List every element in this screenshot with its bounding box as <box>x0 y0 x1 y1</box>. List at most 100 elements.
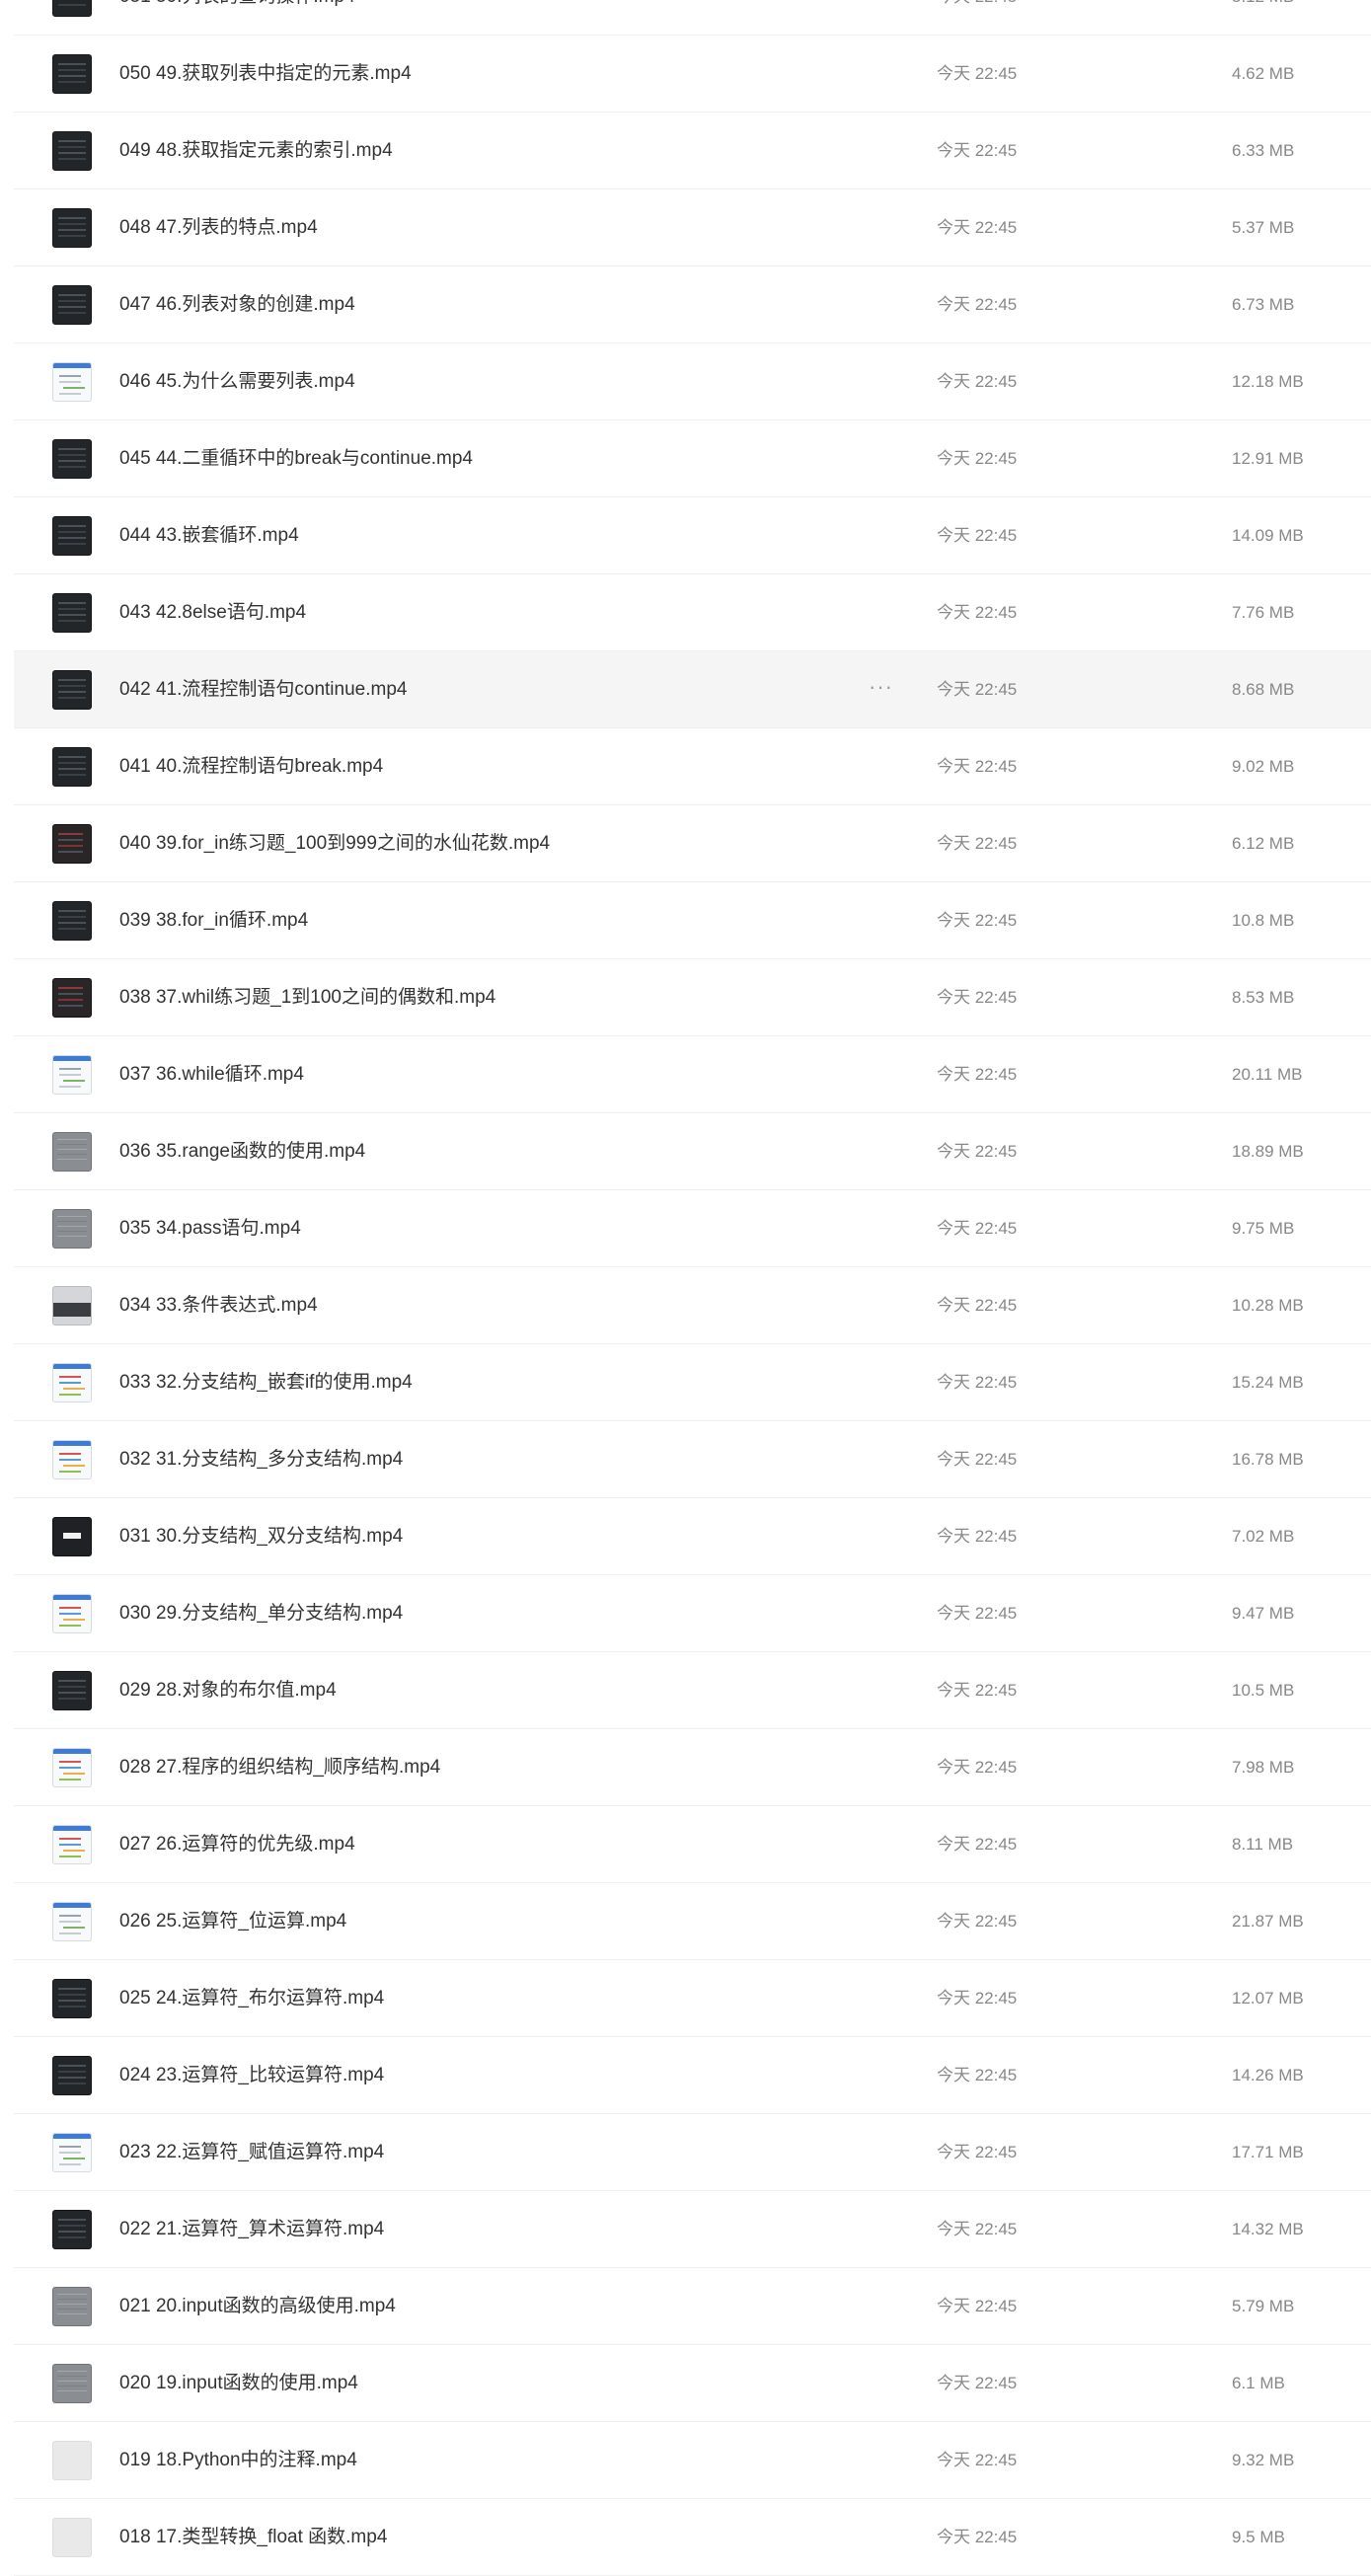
video-thumbnail-icon[interactable] <box>52 1671 92 1710</box>
file-name[interactable]: 019 18.Python中的注释.mp4 <box>119 2422 357 2499</box>
file-row[interactable]: 019 18.Python中的注释.mp4 今天 22:45 9.32 MB <box>14 2422 1371 2499</box>
file-row[interactable]: 036 35.range函数的使用.mp4 今天 22:45 18.89 MB <box>14 1113 1371 1190</box>
video-thumbnail-icon[interactable] <box>52 1748 92 1787</box>
file-name[interactable]: 037 36.while循环.mp4 <box>119 1036 304 1113</box>
video-thumbnail-icon[interactable] <box>52 1132 92 1172</box>
video-thumbnail-icon[interactable] <box>52 978 92 1018</box>
file-row[interactable]: 040 39.for_in练习题_100到999之间的水仙花数.mp4 今天 22… <box>14 805 1371 882</box>
more-options-icon[interactable]: ··· <box>869 651 893 728</box>
video-thumbnail-icon[interactable] <box>52 516 92 556</box>
video-thumbnail-icon[interactable] <box>52 1517 92 1556</box>
video-thumbnail-icon[interactable] <box>52 1902 92 1941</box>
file-name[interactable]: 029 28.对象的布尔值.mp4 <box>119 1652 337 1729</box>
file-row[interactable]: 047 46.列表对象的创建.mp4 今天 22:45 6.73 MB <box>14 266 1371 343</box>
file-row[interactable]: 045 44.二重循环中的break与continue.mp4 今天 22:45 1… <box>14 420 1371 497</box>
file-row[interactable]: 034 33.条件表达式.mp4 今天 22:45 10.28 MB <box>14 1267 1371 1344</box>
video-thumbnail-icon[interactable] <box>52 2056 92 2095</box>
file-row[interactable]: 031 30.分支结构_双分支结构.mp4 今天 22:45 7.02 MB <box>14 1498 1371 1575</box>
file-name[interactable]: 021 20.input函数的高级使用.mp4 <box>119 2268 396 2345</box>
file-name[interactable]: 042 41.流程控制语句continue.mp4 <box>119 651 407 728</box>
video-thumbnail-icon[interactable] <box>52 1209 92 1249</box>
file-row[interactable]: 022 21.运算符_算术运算符.mp4 今天 22:45 14.32 MB <box>14 2191 1371 2268</box>
file-row[interactable]: 021 20.input函数的高级使用.mp4 今天 22:45 5.79 MB <box>14 2268 1371 2345</box>
file-name[interactable]: 040 39.for_in练习题_100到999之间的水仙花数.mp4 <box>119 805 550 882</box>
file-name[interactable]: 026 25.运算符_位运算.mp4 <box>119 1883 346 1960</box>
video-thumbnail-icon[interactable] <box>52 2287 92 2326</box>
video-thumbnail-icon[interactable] <box>52 593 92 633</box>
video-thumbnail-icon[interactable] <box>52 824 92 864</box>
video-thumbnail-icon[interactable] <box>52 285 92 325</box>
file-row[interactable]: 039 38.for_in循环.mp4 今天 22:45 10.8 MB <box>14 882 1371 959</box>
file-row[interactable]: 046 45.为什么需要列表.mp4 今天 22:45 12.18 MB <box>14 343 1371 420</box>
file-row[interactable]: 042 41.流程控制语句continue.mp4 ··· 今天 22:45 8.68… <box>14 651 1371 728</box>
file-row[interactable]: 026 25.运算符_位运算.mp4 今天 22:45 21.87 MB <box>14 1883 1371 1960</box>
file-row[interactable]: 023 22.运算符_赋值运算符.mp4 今天 22:45 17.71 MB <box>14 2114 1371 2191</box>
file-name[interactable]: 044 43.嵌套循环.mp4 <box>119 497 299 574</box>
file-name[interactable]: 038 37.whil练习题_1到100之间的偶数和.mp4 <box>119 959 495 1036</box>
video-thumbnail-icon[interactable] <box>52 747 92 787</box>
file-row[interactable]: 033 32.分支结构_嵌套if的使用.mp4 今天 22:45 15.24 MB <box>14 1344 1371 1421</box>
file-row[interactable]: 020 19.input函数的使用.mp4 今天 22:45 6.1 MB <box>14 2345 1371 2422</box>
video-thumbnail-icon[interactable] <box>52 901 92 941</box>
file-row[interactable]: 044 43.嵌套循环.mp4 今天 22:45 14.09 MB <box>14 497 1371 574</box>
file-name[interactable]: 048 47.列表的特点.mp4 <box>119 189 318 266</box>
file-name[interactable]: 022 21.运算符_算术运算符.mp4 <box>119 2191 384 2268</box>
file-name[interactable]: 036 35.range函数的使用.mp4 <box>119 1113 365 1190</box>
file-row[interactable]: 030 29.分支结构_单分支结构.mp4 今天 22:45 9.47 MB <box>14 1575 1371 1652</box>
video-thumbnail-icon[interactable] <box>52 1286 92 1326</box>
video-thumbnail-icon[interactable] <box>52 2210 92 2249</box>
file-row[interactable]: 041 40.流程控制语句break.mp4 今天 22:45 9.02 MB <box>14 728 1371 805</box>
file-name[interactable]: 049 48.获取指定元素的索引.mp4 <box>119 113 393 189</box>
video-thumbnail-icon[interactable] <box>52 2133 92 2172</box>
file-name[interactable]: 025 24.运算符_布尔运算符.mp4 <box>119 1960 384 2037</box>
video-thumbnail-icon[interactable] <box>52 1979 92 2018</box>
file-name[interactable]: 034 33.条件表达式.mp4 <box>119 1267 318 1344</box>
video-thumbnail-icon[interactable] <box>52 2518 92 2557</box>
file-row[interactable]: 037 36.while循环.mp4 今天 22:45 20.11 MB <box>14 1036 1371 1113</box>
video-thumbnail-icon[interactable] <box>52 54 92 94</box>
file-row[interactable]: 043 42.8else语句.mp4 今天 22:45 7.76 MB <box>14 574 1371 651</box>
video-thumbnail-icon[interactable] <box>52 131 92 171</box>
file-row[interactable]: 028 27.程序的组织结构_顺序结构.mp4 今天 22:45 7.98 MB <box>14 1729 1371 1806</box>
video-thumbnail-icon[interactable] <box>52 439 92 479</box>
file-name[interactable]: 028 27.程序的组织结构_顺序结构.mp4 <box>119 1729 440 1806</box>
video-thumbnail-icon[interactable] <box>52 2441 92 2480</box>
file-row[interactable]: 027 26.运算符的优先级.mp4 今天 22:45 8.11 MB <box>14 1806 1371 1883</box>
file-row[interactable]: 032 31.分支结构_多分支结构.mp4 今天 22:45 16.78 MB <box>14 1421 1371 1498</box>
file-name[interactable]: 024 23.运算符_比较运算符.mp4 <box>119 2037 384 2114</box>
file-name[interactable]: 047 46.列表对象的创建.mp4 <box>119 266 355 343</box>
file-row[interactable]: 049 48.获取指定元素的索引.mp4 今天 22:45 6.33 MB <box>14 113 1371 189</box>
file-name[interactable]: 035 34.pass语句.mp4 <box>119 1190 301 1267</box>
file-row[interactable]: 048 47.列表的特点.mp4 今天 22:45 5.37 MB <box>14 189 1371 266</box>
video-thumbnail-icon[interactable] <box>52 1363 92 1402</box>
file-row[interactable]: 038 37.whil练习题_1到100之间的偶数和.mp4 今天 22:45 8.… <box>14 959 1371 1036</box>
file-name[interactable]: 030 29.分支结构_单分支结构.mp4 <box>119 1575 403 1652</box>
file-name[interactable]: 032 31.分支结构_多分支结构.mp4 <box>119 1421 403 1498</box>
video-thumbnail-icon[interactable] <box>52 0 92 17</box>
video-thumbnail-icon[interactable] <box>52 1055 92 1095</box>
file-name[interactable]: 051 50.列表的查询操作.mp4 <box>119 0 355 36</box>
file-name[interactable]: 043 42.8else语句.mp4 <box>119 574 306 651</box>
file-name[interactable]: 041 40.流程控制语句break.mp4 <box>119 728 383 805</box>
file-row[interactable]: 029 28.对象的布尔值.mp4 今天 22:45 10.5 MB <box>14 1652 1371 1729</box>
file-row[interactable]: 024 23.运算符_比较运算符.mp4 今天 22:45 14.26 MB <box>14 2037 1371 2114</box>
file-name[interactable]: 046 45.为什么需要列表.mp4 <box>119 343 355 420</box>
file-name[interactable]: 027 26.运算符的优先级.mp4 <box>119 1806 355 1883</box>
file-name[interactable]: 020 19.input函数的使用.mp4 <box>119 2345 358 2422</box>
file-name[interactable]: 023 22.运算符_赋值运算符.mp4 <box>119 2114 384 2191</box>
file-name[interactable]: 031 30.分支结构_双分支结构.mp4 <box>119 1498 403 1575</box>
file-row[interactable]: 025 24.运算符_布尔运算符.mp4 今天 22:45 12.07 MB <box>14 1960 1371 2037</box>
file-row[interactable]: 035 34.pass语句.mp4 今天 22:45 9.75 MB <box>14 1190 1371 1267</box>
file-name[interactable]: 033 32.分支结构_嵌套if的使用.mp4 <box>119 1344 413 1421</box>
video-thumbnail-icon[interactable] <box>52 1440 92 1479</box>
file-row[interactable]: 051 50.列表的查询操作.mp4 今天 22:45 5.12 MB <box>14 0 1371 36</box>
video-thumbnail-icon[interactable] <box>52 1825 92 1864</box>
file-row[interactable]: 050 49.获取列表中指定的元素.mp4 今天 22:45 4.62 MB <box>14 36 1371 113</box>
file-name[interactable]: 039 38.for_in循环.mp4 <box>119 882 308 959</box>
video-thumbnail-icon[interactable] <box>52 362 92 402</box>
video-thumbnail-icon[interactable] <box>52 1594 92 1633</box>
file-name[interactable]: 045 44.二重循环中的break与continue.mp4 <box>119 420 473 497</box>
file-name[interactable]: 050 49.获取列表中指定的元素.mp4 <box>119 36 412 113</box>
video-thumbnail-icon[interactable] <box>52 670 92 710</box>
video-thumbnail-icon[interactable] <box>52 208 92 248</box>
